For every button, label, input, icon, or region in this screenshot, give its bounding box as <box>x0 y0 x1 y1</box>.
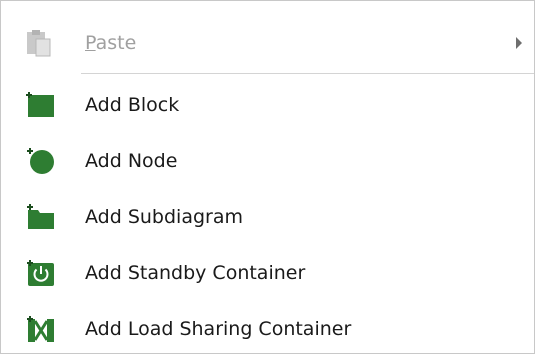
node-icon <box>25 146 57 176</box>
add-standby-container-menu-item[interactable]: Add Standby Container <box>1 249 534 297</box>
add-standby-container-label: Add Standby Container <box>85 262 306 284</box>
submenu-arrow-icon <box>512 19 526 67</box>
block-icon <box>25 90 57 120</box>
subdiagram-icon <box>25 202 57 232</box>
add-load-sharing-container-menu-item[interactable]: Add Load Sharing Container <box>1 305 534 353</box>
add-block-menu-item[interactable]: Add Block <box>1 81 534 129</box>
clipboard-icon <box>25 28 57 58</box>
add-load-sharing-container-label: Add Load Sharing Container <box>85 318 352 340</box>
menu-separator <box>81 73 534 74</box>
context-menu: Paste Add Block Add Node Add Subdiagram … <box>0 0 535 354</box>
add-subdiagram-label: Add Subdiagram <box>85 206 243 228</box>
paste-menu-item[interactable]: Paste <box>1 19 534 67</box>
add-node-menu-item[interactable]: Add Node <box>1 137 534 185</box>
add-subdiagram-menu-item[interactable]: Add Subdiagram <box>1 193 534 241</box>
standby-container-icon <box>25 258 57 288</box>
paste-label: Paste <box>85 32 137 54</box>
add-block-label: Add Block <box>85 94 180 116</box>
load-sharing-container-icon <box>25 314 57 344</box>
add-node-label: Add Node <box>85 150 178 172</box>
